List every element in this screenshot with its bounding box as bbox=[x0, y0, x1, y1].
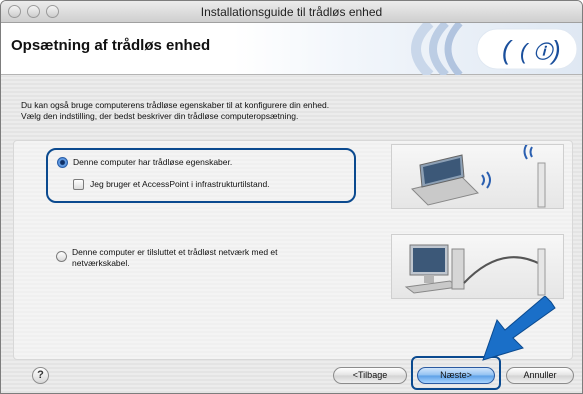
instructions-line-1: Du kan også bruge computerens trådløse e… bbox=[21, 100, 330, 110]
installer-window: Installationsguide til trådløs enhed Ops… bbox=[0, 0, 583, 394]
wireless-laptop-image bbox=[391, 143, 564, 209]
pointer-arrow-icon bbox=[482, 296, 556, 361]
cancel-button[interactable]: Annuller bbox=[506, 367, 574, 384]
instructions-line-2: Vælg den indstilling, der bedst beskrive… bbox=[21, 111, 299, 121]
radio-cable-computer[interactable] bbox=[56, 251, 67, 262]
back-button[interactable]: <Tilbage bbox=[333, 367, 407, 384]
checkbox-accesspoint-label[interactable]: Jeg bruger et AccessPoint i infrastruktu… bbox=[90, 179, 270, 190]
radio-wireless-computer[interactable] bbox=[57, 157, 68, 168]
wireless-logo-icon: ( ( ⓘ ) bbox=[411, 23, 578, 75]
header-banner: Opsætning af trådløs enhed ( ( ⓘ ) bbox=[1, 23, 582, 75]
cabled-desktop-image bbox=[391, 234, 564, 299]
page-title: Opsætning af trådløs enhed bbox=[11, 37, 211, 54]
radio-cable-label[interactable]: Denne computer er tilsluttet et trådløst… bbox=[72, 247, 278, 269]
instructions-text: Du kan også bruge computerens trådløse e… bbox=[21, 100, 329, 122]
window-title: Installationsguide til trådløs enhed bbox=[200, 5, 383, 19]
radio-cable-label-line-1: Denne computer er tilsluttet et trådløst… bbox=[72, 247, 278, 257]
checkbox-accesspoint[interactable] bbox=[73, 179, 84, 190]
radio-cable-label-line-2: netværkskabel. bbox=[72, 258, 130, 268]
radio-wireless-label[interactable]: Denne computer har trådløse egenskaber. bbox=[73, 157, 232, 168]
content-area: Du kan også bruge computerens trådløse e… bbox=[1, 76, 582, 393]
title-bar: Installationsguide til trådløs enhed bbox=[1, 1, 582, 23]
help-button[interactable]: ? bbox=[32, 367, 49, 384]
next-button[interactable]: Næste> bbox=[417, 367, 495, 384]
